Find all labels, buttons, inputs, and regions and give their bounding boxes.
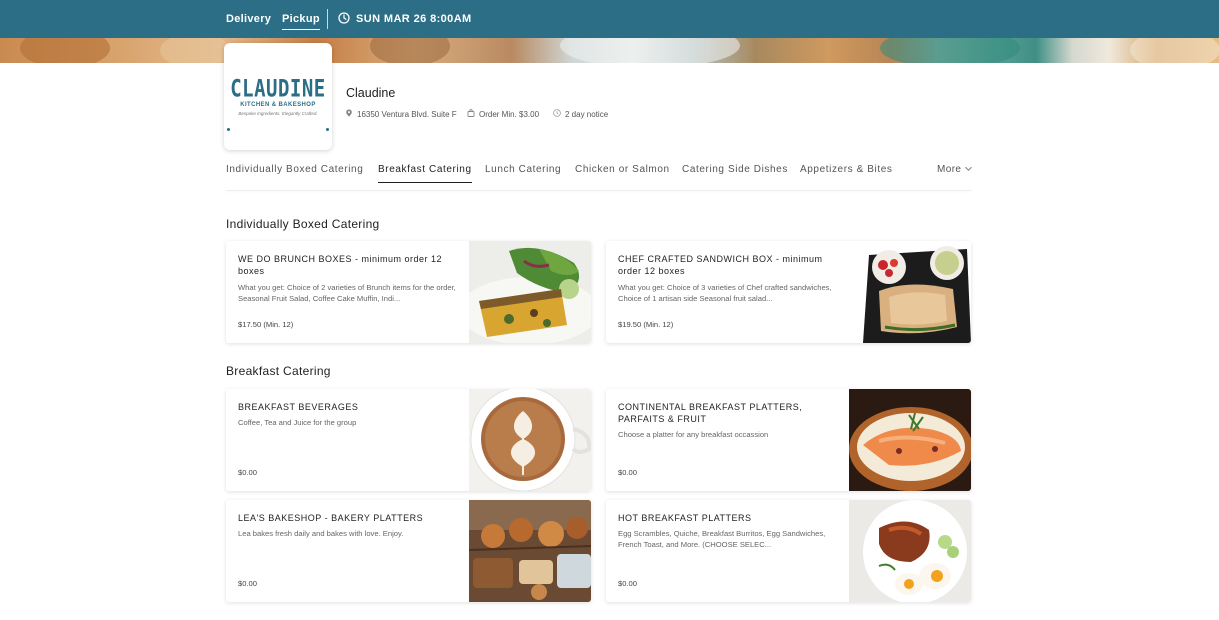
- menu-item-name: CONTINENTAL BREAKFAST PLATTERS, PARFAITS…: [618, 402, 803, 424]
- menu-item-description: What you get: Choice of 2 varieties of B…: [238, 283, 456, 303]
- vendor-order-minimum: Order Min. $3.00: [467, 109, 539, 119]
- menu-item-name: BREAKFAST BEVERAGES: [238, 402, 359, 412]
- topbar-divider: [327, 9, 328, 29]
- order-min-text: Order Min. $3.00: [479, 109, 540, 119]
- section-title-breakfast-catering: Breakfast Catering: [226, 364, 331, 378]
- menu-item-name: CHEF CRAFTED SANDWICH BOX - minimum orde…: [618, 254, 823, 276]
- tab-lunch-catering[interactable]: Lunch Catering: [485, 164, 561, 184]
- menu-item-card[interactable]: LEA'S BAKESHOP - BAKERY PLATTERS Lea bak…: [226, 500, 591, 602]
- menu-item-price: $17.50 (Min. 12): [238, 320, 294, 329]
- menu-item-price: $0.00: [618, 579, 638, 588]
- eggs-plate-image: [849, 500, 971, 602]
- more-tabs-dropdown[interactable]: More: [937, 164, 973, 176]
- menu-item-name: LEA'S BAKESHOP - BAKERY PLATTERS: [238, 513, 424, 523]
- shopping-bag-icon: [467, 109, 475, 119]
- menu-item-card[interactable]: HOT BREAKFAST PLATTERS Egg Scrambles, Qu…: [606, 500, 971, 602]
- menu-item-card[interactable]: CHEF CRAFTED SANDWICH BOX - minimum orde…: [606, 241, 971, 343]
- salmon-bagel-image: [849, 389, 971, 491]
- logo-dot: [326, 128, 329, 131]
- schedule-label: SUN MAR 26 8:00AM: [356, 13, 472, 25]
- location-pin-icon: [345, 109, 353, 119]
- menu-item-price: $0.00: [238, 579, 258, 588]
- menu-item-description: Choose a platter for any breakfast occas…: [618, 430, 769, 439]
- section-title-individually-boxed: Individually Boxed Catering: [226, 217, 380, 231]
- menu-item-name: HOT BREAKFAST PLATTERS: [618, 513, 752, 523]
- tabs-divider: [226, 190, 972, 191]
- more-label: More: [937, 164, 962, 175]
- hero-banner: [0, 38, 1219, 63]
- latte-art-image: [469, 389, 591, 491]
- menu-item-price: $0.00: [618, 468, 638, 477]
- tab-chicken-or-salmon[interactable]: Chicken or Salmon: [575, 164, 670, 184]
- menu-item-description: What you get: Choice of 3 varieties of C…: [618, 283, 832, 303]
- top-bar: Delivery Pickup SUN MAR 26 8:00AM: [0, 0, 1219, 38]
- quiche-salad-image: [459, 241, 591, 343]
- menu-item-price: $0.00: [238, 468, 258, 477]
- tab-catering-side-dishes[interactable]: Catering Side Dishes: [682, 164, 788, 184]
- chevron-down-icon: [964, 164, 973, 176]
- schedule-selector[interactable]: SUN MAR 26 8:00AM: [338, 0, 472, 38]
- menu-item-description: Egg Scrambles, Quiche, Breakfast Burrito…: [618, 529, 826, 549]
- menu-item-card[interactable]: BREAKFAST BEVERAGES Coffee, Tea and Juic…: [226, 389, 591, 491]
- address-text: 16350 Ventura Blvd. Suite F: [357, 109, 457, 119]
- sandwich-box-image: [849, 241, 971, 343]
- menu-item-description: Lea bakes fresh daily and bakes with lov…: [238, 529, 404, 538]
- tab-appetizers-and-bites[interactable]: Appetizers & Bites: [800, 164, 893, 184]
- vendor-notice: 2 day notice: [553, 109, 608, 119]
- logo-tagline: Bespoke Ingredients. Elegantly Crafted.: [238, 110, 318, 116]
- menu-item-name: WE DO BRUNCH BOXES - minimum order 12 bo…: [238, 254, 443, 276]
- clock-icon: [553, 109, 561, 119]
- pickup-toggle[interactable]: Pickup: [282, 0, 320, 38]
- logo-wordmark: CLAUDINE: [230, 74, 326, 103]
- pastries-image: [468, 500, 591, 602]
- menu-item-card[interactable]: CONTINENTAL BREAKFAST PLATTERS, PARFAITS…: [606, 389, 971, 491]
- tab-breakfast-catering[interactable]: Breakfast Catering: [378, 164, 472, 184]
- logo-dot: [227, 128, 230, 131]
- clock-icon: [338, 11, 350, 27]
- vendor-logo: CLAUDINE KITCHEN & BAKESHOP Bespoke Ingr…: [224, 43, 332, 150]
- menu-item-price: $19.50 (Min. 12): [618, 320, 674, 329]
- menu-item-description: Coffee, Tea and Juice for the group: [238, 418, 357, 427]
- delivery-toggle[interactable]: Delivery: [226, 0, 271, 38]
- menu-item-card[interactable]: WE DO BRUNCH BOXES - minimum order 12 bo…: [226, 241, 591, 343]
- notice-text: 2 day notice: [565, 109, 609, 119]
- vendor-name: Claudine: [346, 86, 396, 100]
- tab-individually-boxed-catering[interactable]: Individually Boxed Catering: [226, 164, 363, 184]
- vendor-address: 16350 Ventura Blvd. Suite F: [345, 109, 457, 119]
